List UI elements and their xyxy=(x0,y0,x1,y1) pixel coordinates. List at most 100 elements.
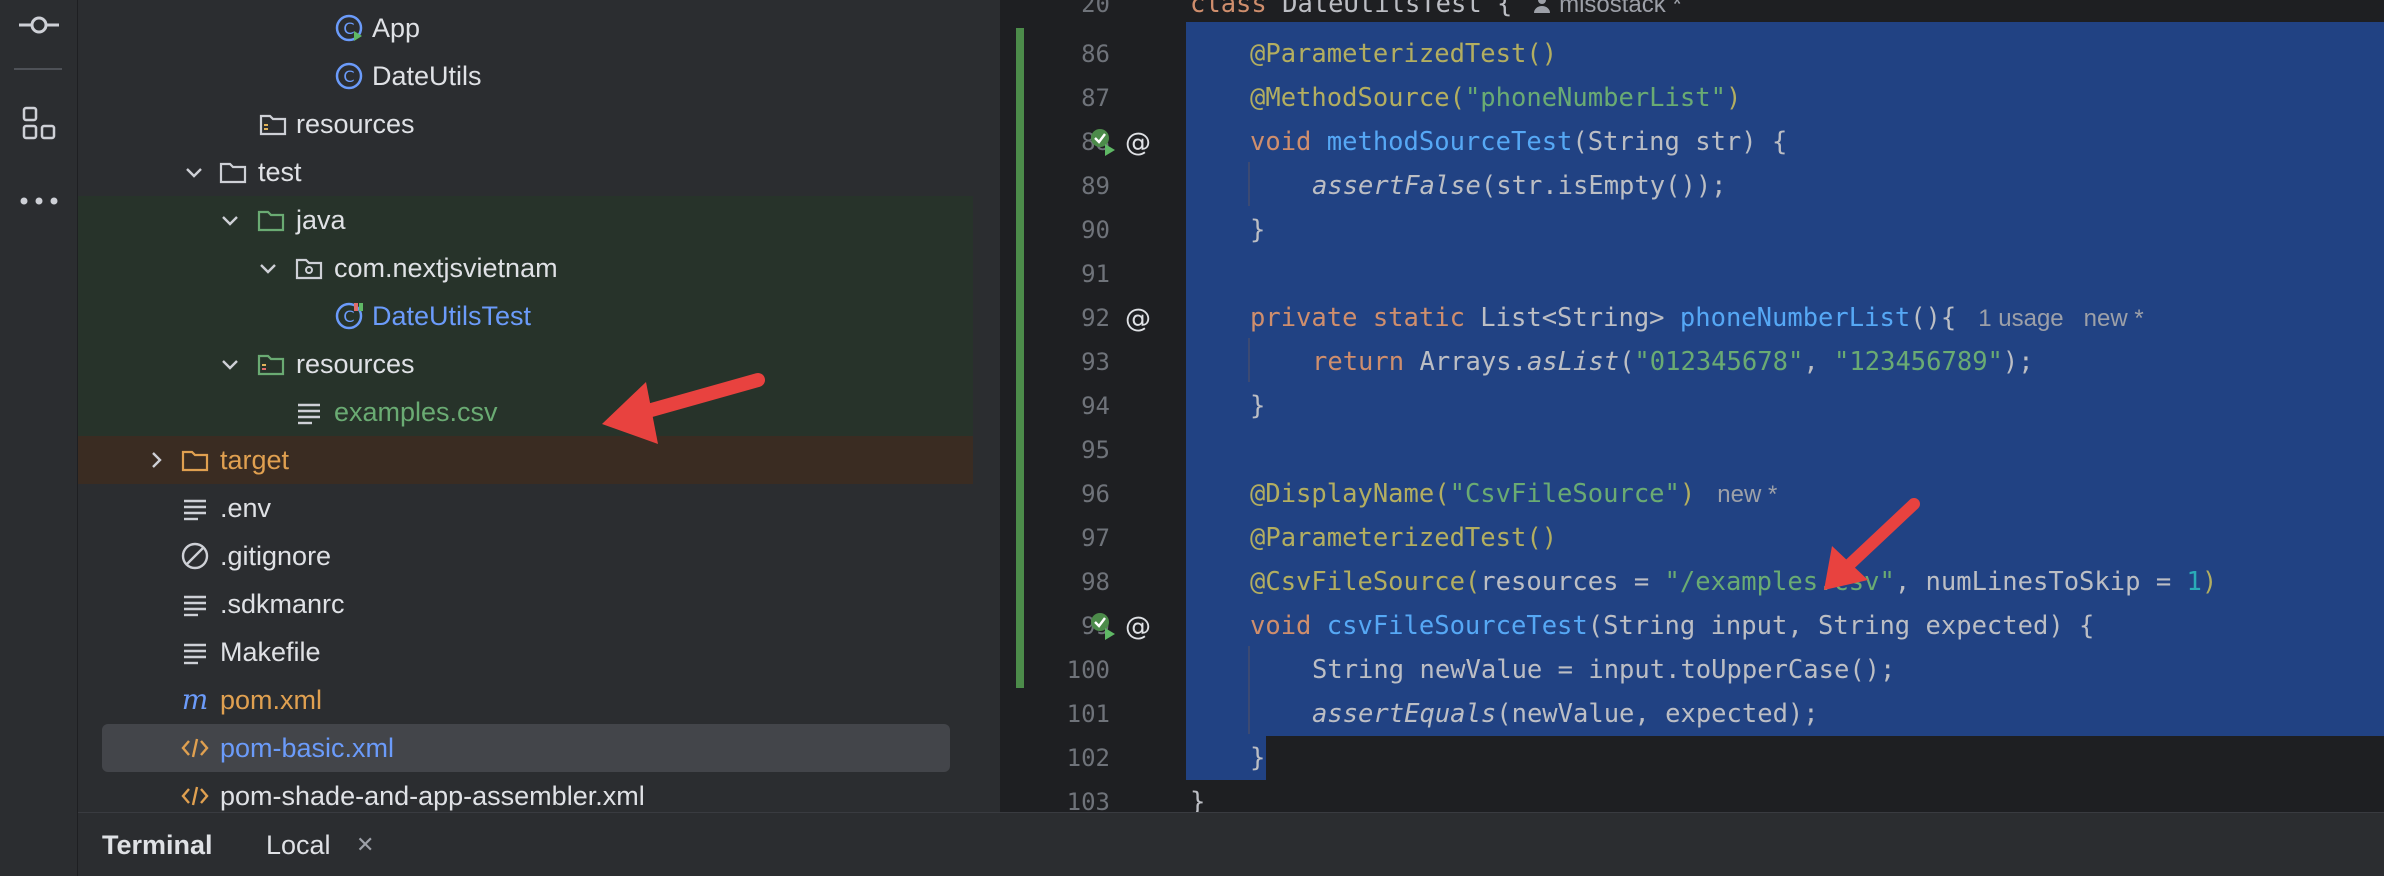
main-class-icon: C xyxy=(334,13,364,43)
code-line-92[interactable]: private static List<String> phoneNumberL… xyxy=(1250,296,2144,340)
chevron-down-icon[interactable] xyxy=(218,352,242,376)
tree-item-label: examples.csv xyxy=(334,397,498,427)
run-test-icon[interactable] xyxy=(1088,126,1120,158)
text-file-icon xyxy=(294,397,324,427)
author-hint[interactable]: new * xyxy=(1717,481,1777,508)
chevron-down-icon[interactable] xyxy=(182,160,206,184)
usage-hint[interactable]: 1 usage new * xyxy=(1978,305,2143,332)
close-icon[interactable]: ✕ xyxy=(356,813,374,876)
code-line-93[interactable]: return Arrays.asList("012345678", "12345… xyxy=(1312,340,2034,384)
excluded-folder-icon xyxy=(180,445,210,475)
annotation: ) xyxy=(1679,479,1696,509)
tree-item-java[interactable]: java xyxy=(78,196,973,244)
tree-item-app[interactable]: C App xyxy=(78,4,973,52)
user-icon xyxy=(1534,0,1551,13)
line-number: 93 xyxy=(1081,348,1110,376)
svg-text:m: m xyxy=(182,685,209,715)
structure-icon[interactable] xyxy=(14,98,64,148)
indent-guide xyxy=(1248,646,1250,734)
implementation-at-icon[interactable]: @ xyxy=(1122,610,1154,642)
chevron-right-icon[interactable] xyxy=(144,448,168,472)
implementation-at-icon[interactable]: @ xyxy=(1122,302,1154,334)
tree-item-pom-basic-xml[interactable]: pom-basic.xml xyxy=(102,724,950,772)
annotation: ) xyxy=(1725,83,1742,113)
code-line-90[interactable]: } xyxy=(1250,208,1265,252)
tree-item-label: pom-basic.xml xyxy=(220,733,395,763)
tree-item-makefile[interactable]: Makefile xyxy=(78,628,973,676)
annotation: @ParameterizedTest() xyxy=(1250,39,1558,69)
string-literal: "CsvFileSource" xyxy=(1449,479,1680,509)
tree-item-label: .sdkmanrc xyxy=(220,589,345,619)
code-line-89[interactable]: assertFalse(str.isEmpty()); xyxy=(1312,164,1727,208)
vcs-change-marker xyxy=(1016,28,1024,688)
line-number: 98 xyxy=(1081,568,1110,596)
code-line-98[interactable]: @CsvFileSource(resources = "/examples.cs… xyxy=(1250,560,2217,604)
chevron-down-icon[interactable] xyxy=(256,256,280,280)
tree-item-label: com.nextjsvietnam xyxy=(334,253,558,283)
tree-item-pom-xml[interactable]: m pom.xml xyxy=(78,676,973,724)
tree-item-label: DateUtils xyxy=(372,61,482,91)
tree-item-env[interactable]: .env xyxy=(78,484,973,532)
code-text: resources = xyxy=(1480,567,1665,597)
code-line-103[interactable]: } xyxy=(1190,780,1205,812)
tree-item-gitignore[interactable]: .gitignore xyxy=(78,532,973,580)
line-number: 95 xyxy=(1081,436,1110,464)
method-name: csvFileSourceTest xyxy=(1326,611,1588,641)
string-literal: "012345678" xyxy=(1634,347,1804,377)
chevron-down-icon[interactable] xyxy=(218,208,242,232)
indent-guide xyxy=(1248,162,1250,206)
tree-item-package[interactable]: com.nextjsvietnam xyxy=(78,244,973,292)
line-number: 103 xyxy=(1066,788,1110,812)
implementation-at-icon[interactable]: @ xyxy=(1122,126,1154,158)
code-text: } xyxy=(1250,215,1266,245)
terminal-title[interactable]: Terminal xyxy=(102,813,213,876)
tree-item-test[interactable]: test xyxy=(78,148,973,196)
code-text: (String input, String expected) { xyxy=(1587,611,2095,641)
tree-item-resources-test[interactable]: resources xyxy=(78,340,973,388)
tab-local[interactable]: Local xyxy=(266,813,331,876)
more-icon[interactable] xyxy=(14,176,64,226)
svg-text:C: C xyxy=(343,307,354,326)
tree-item-dateutilstest[interactable]: C DateUtilsTest xyxy=(78,292,973,340)
xml-icon xyxy=(180,733,210,763)
xml-icon xyxy=(180,781,210,811)
tree-item-label: pom-shade-and-app-assembler.xml xyxy=(220,781,645,811)
annotation: @ParameterizedTest() xyxy=(1250,523,1558,553)
maven-icon: m xyxy=(180,683,210,716)
code-line-86[interactable]: @ParameterizedTest() xyxy=(1250,32,1557,76)
string-literal: "phoneNumberList" xyxy=(1464,83,1726,113)
type-name: List<String> xyxy=(1480,303,1680,333)
code-line-101[interactable]: assertEquals(newValue, expected); xyxy=(1312,692,1819,736)
tree-item-resources-main[interactable]: resources xyxy=(78,100,973,148)
code-line-87[interactable]: @MethodSource("phoneNumberList") xyxy=(1250,76,1741,120)
code-line-96[interactable]: @DisplayName("CsvFileSource") new * xyxy=(1250,472,1777,516)
code-line-97[interactable]: @ParameterizedTest() xyxy=(1250,516,1557,560)
line-number: 102 xyxy=(1066,744,1110,772)
package-icon xyxy=(294,253,324,283)
code-line-102[interactable]: } xyxy=(1250,736,1265,780)
run-test-icon[interactable] xyxy=(1088,610,1120,642)
tree-item-examples-csv[interactable]: examples.csv xyxy=(78,388,973,436)
sticky-class-header[interactable]: class DateUtilsTest { misostack * xyxy=(1190,0,1682,22)
code-line-88[interactable]: void methodSourceTest(String str) { xyxy=(1250,120,1787,164)
tree-item-sdkmanrc[interactable]: .sdkmanrc xyxy=(78,580,973,628)
test-resources-folder-icon xyxy=(256,349,286,379)
tree-item-label: target xyxy=(220,445,290,475)
tree-item-label: pom.xml xyxy=(220,685,323,715)
line-number: 96 xyxy=(1081,480,1110,508)
commit-icon[interactable] xyxy=(14,0,64,50)
annotation: ) xyxy=(2201,567,2218,597)
tree-item-dateutils[interactable]: C DateUtils xyxy=(78,52,973,100)
tree-item-target[interactable]: target xyxy=(78,436,973,484)
code-line-94[interactable]: } xyxy=(1250,384,1265,428)
indent-guide xyxy=(1248,338,1250,382)
code-editor[interactable]: 86 87 88 89 90 91 92 93 94 95 96 97 98 9… xyxy=(1000,0,2384,812)
ignore-file-icon xyxy=(180,541,210,571)
method-name: phoneNumberList xyxy=(1679,303,1911,333)
tree-item-pom-shade-xml[interactable]: pom-shade-and-app-assembler.xml xyxy=(78,772,973,812)
code-line-99[interactable]: void csvFileSourceTest(String input, Str… xyxy=(1250,604,2094,648)
code-line-100[interactable]: String newValue = input.toUpperCase(); xyxy=(1312,648,1895,692)
author-hint[interactable]: misostack * xyxy=(1532,0,1682,18)
class-name: DateUtilsTest { xyxy=(1282,0,1513,19)
line-number: 101 xyxy=(1066,700,1110,728)
